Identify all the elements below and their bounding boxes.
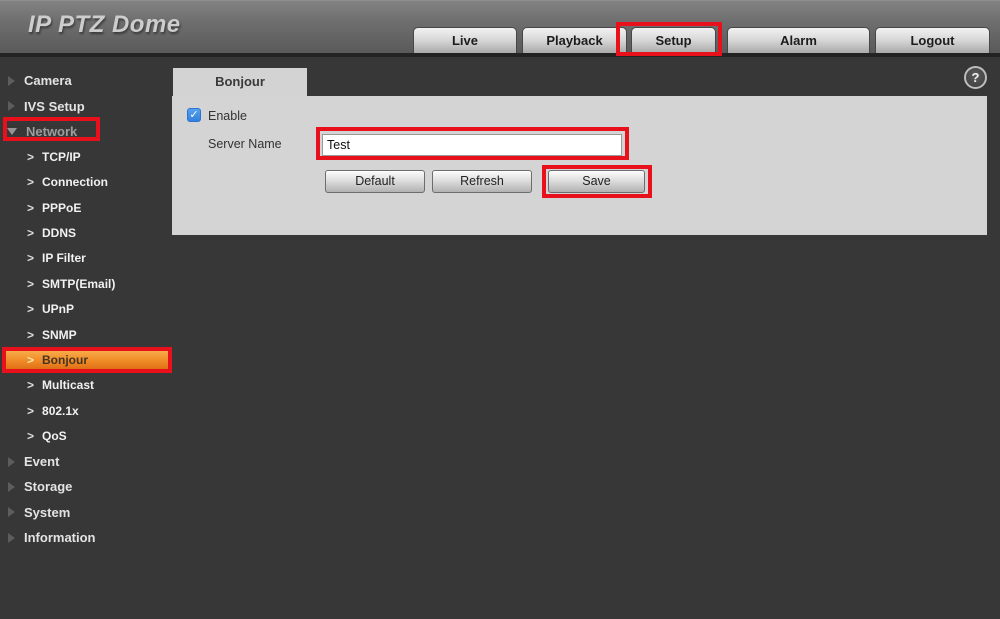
sidebar-item-label: TCP/IP (42, 149, 81, 164)
sidebar-item-ip-filter[interactable]: > IP Filter (0, 246, 172, 271)
triangle-collapsed-icon (8, 507, 15, 518)
sidebar-item-ivs-setup[interactable]: IVS Setup (0, 93, 172, 118)
sidebar-item-label: QoS (42, 429, 67, 444)
chevron-right-icon: > (27, 175, 35, 190)
camera-web-ui: IP PTZ Dome Live Playback Setup Alarm Lo… (0, 0, 1000, 619)
sidebar-item-ddns[interactable]: > DDNS (0, 220, 172, 245)
sidebar: Camera IVS Setup Network > TCP/IP > Conn… (0, 57, 172, 619)
tab-setup[interactable]: Setup (631, 27, 716, 54)
bonjour-settings-panel (172, 96, 987, 235)
sidebar-item-smtp-email[interactable]: > SMTP(Email) (0, 271, 172, 296)
chevron-right-icon: > (27, 302, 35, 317)
tab-alarm[interactable]: Alarm (727, 27, 870, 54)
sidebar-item-system[interactable]: System (0, 500, 172, 525)
header-bar: IP PTZ Dome Live Playback Setup Alarm Lo… (0, 0, 1000, 54)
sidebar-item-network[interactable]: Network (0, 119, 172, 144)
sidebar-item-label: Storage (24, 479, 73, 495)
sidebar-item-label: Information (24, 530, 96, 546)
chevron-right-icon: > (27, 378, 35, 393)
server-name-label: Server Name (208, 137, 282, 151)
sidebar-item-label: DDNS (42, 226, 77, 241)
sidebar-item-label: SMTP(Email) (42, 276, 116, 291)
chevron-right-icon: > (27, 327, 35, 342)
chevron-right-icon: > (27, 276, 35, 291)
sidebar-item-label: Bonjour (42, 352, 89, 367)
sidebar-item-upnp[interactable]: > UPnP (0, 297, 172, 322)
sidebar-item-label: PPPoE (42, 200, 82, 215)
sidebar-item-label: IP Filter (42, 251, 86, 266)
triangle-collapsed-icon (8, 532, 15, 543)
triangle-collapsed-icon (8, 456, 15, 467)
help-icon[interactable]: ? (964, 66, 987, 89)
sidebar-item-pppoe[interactable]: > PPPoE (0, 195, 172, 220)
sidebar-item-label: IVS Setup (24, 98, 85, 114)
default-button[interactable]: Default (325, 170, 425, 193)
sidebar-item-label: Connection (42, 175, 109, 190)
chevron-right-icon: > (27, 251, 35, 266)
tab-bonjour-page[interactable]: Bonjour (173, 68, 307, 96)
sidebar-item-label: Network (26, 123, 78, 139)
sidebar-item-label: System (24, 504, 71, 520)
chevron-right-icon: > (27, 429, 35, 444)
sidebar-item-information[interactable]: Information (0, 525, 172, 550)
sidebar-item-label: UPnP (42, 302, 75, 317)
triangle-collapsed-icon (8, 101, 15, 112)
sidebar-item-label: Event (24, 454, 60, 470)
server-name-input[interactable] (322, 134, 622, 156)
chevron-right-icon: > (27, 226, 35, 241)
sidebar-item-bonjour[interactable]: > Bonjour (0, 347, 172, 372)
sidebar-item-label: Camera (24, 73, 72, 89)
chevron-right-icon: > (27, 149, 35, 164)
sidebar-item-connection[interactable]: > Connection (0, 170, 172, 195)
tab-logout[interactable]: Logout (875, 27, 990, 54)
enable-label: Enable (208, 109, 247, 123)
sidebar-item-camera[interactable]: Camera (0, 68, 172, 93)
sidebar-item-label: SNMP (42, 327, 77, 342)
sidebar-item-storage[interactable]: Storage (0, 474, 172, 499)
chevron-right-icon: > (27, 403, 35, 418)
triangle-expanded-icon (7, 127, 17, 135)
refresh-button[interactable]: Refresh (432, 170, 532, 193)
sidebar-item-tcpip[interactable]: > TCP/IP (0, 144, 172, 169)
sidebar-item-qos[interactable]: > QoS (0, 423, 172, 448)
triangle-collapsed-icon (8, 481, 15, 492)
enable-checkbox[interactable]: ✓ (187, 108, 201, 122)
tab-playback[interactable]: Playback (522, 27, 627, 54)
save-button[interactable]: Save (548, 170, 645, 193)
tab-live[interactable]: Live (413, 27, 517, 54)
triangle-collapsed-icon (8, 75, 15, 86)
sidebar-item-label: Multicast (42, 378, 95, 393)
sidebar-item-snmp[interactable]: > SNMP (0, 322, 172, 347)
sidebar-item-multicast[interactable]: > Multicast (0, 373, 172, 398)
page-title: IP PTZ Dome (28, 11, 181, 38)
sidebar-item-event[interactable]: Event (0, 449, 172, 474)
chevron-right-icon: > (27, 200, 35, 215)
sidebar-item-label: 802.1x (42, 403, 79, 418)
chevron-right-icon: > (27, 352, 35, 367)
sidebar-item-8021x[interactable]: > 802.1x (0, 398, 172, 423)
